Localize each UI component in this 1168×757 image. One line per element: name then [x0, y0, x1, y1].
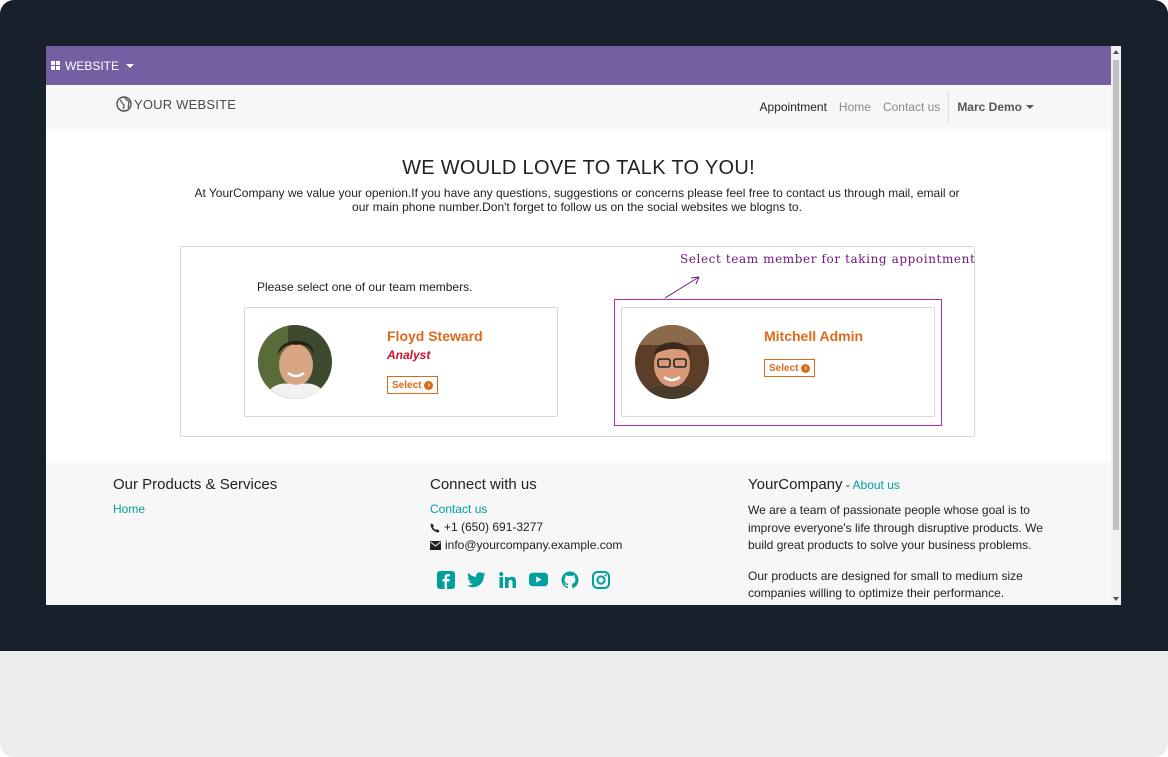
user-menu[interactable]: Marc Demo [955, 100, 1036, 114]
select-button-label: Select [392, 379, 422, 391]
browser-screen: WEBSITE YOUR WEBSITE Appointment Home Co… [46, 46, 1121, 605]
footer-link-about-us[interactable]: About us [853, 478, 900, 492]
website-topbar: WEBSITE [46, 46, 1111, 85]
scrollbar-thumb[interactable] [1113, 60, 1119, 530]
footer-heading: Connect with us [430, 476, 537, 493]
footer-email-row: info@yourcompany.example.com [430, 538, 622, 553]
arrow-circle-right-icon: › [801, 363, 811, 373]
nav-appointment[interactable]: Appointment [754, 100, 833, 114]
footer-company-heading: YourCompany - About us [748, 476, 1048, 493]
site-navbar: YOUR WEBSITE Appointment Home Contact us… [46, 85, 1111, 129]
select-member-button[interactable]: Select › [764, 359, 816, 377]
caret-down-icon [1026, 105, 1034, 109]
footer-contact-row: Contact us [430, 502, 622, 517]
website-menu-label: WEBSITE [65, 58, 120, 73]
team-member-card: Mitchell Admin Select › [621, 307, 935, 417]
instagram-icon[interactable] [591, 570, 610, 589]
vertical-scrollbar[interactable] [1111, 46, 1121, 605]
facebook-icon[interactable] [436, 570, 455, 589]
avatar [258, 325, 332, 399]
arrow-circle-right-icon: › [424, 380, 434, 390]
select-button-label: Select [769, 362, 799, 374]
intro-text: At YourCompany we value your openion.If … [194, 186, 960, 214]
youtube-icon[interactable] [529, 570, 548, 589]
nav-contact-us[interactable]: Contact us [877, 100, 946, 114]
footer-connect-column: Connect with us Contact us +1 (650) 691-… [430, 476, 622, 553]
about-paragraph: We are a team of passionate people whose… [748, 503, 1043, 552]
twitter-icon[interactable] [467, 570, 486, 589]
team-selection-panel: Please select one of our team members. S… [180, 246, 975, 437]
footer-heading: Our Products & Services [113, 476, 278, 493]
footer-link-home[interactable]: Home [113, 502, 145, 516]
company-name: YourCompany [748, 476, 843, 493]
footer-phone: +1 (650) 691-3277 [444, 520, 544, 534]
site-logo[interactable]: YOUR WEBSITE [116, 96, 236, 112]
site-footer: Our Products & Services Home Connect wit… [46, 463, 1111, 605]
avatar [635, 325, 709, 399]
envelope-icon [430, 541, 441, 550]
heading-separator: - [842, 478, 853, 492]
select-member-button[interactable]: Select › [387, 376, 439, 394]
annotation-arrow-icon [664, 276, 700, 299]
nav-menu: Appointment Home Contact us Marc Demo [754, 85, 1036, 129]
nav-divider [948, 91, 950, 123]
logo-text: YOUR WEBSITE [134, 96, 237, 112]
footer-link-contact-us[interactable]: Contact us [430, 502, 487, 517]
scroll-up-icon[interactable] [1113, 50, 1119, 54]
phone-icon [430, 523, 440, 532]
team-prompt: Please select one of our team members. [257, 280, 473, 294]
scroll-down-icon[interactable] [1113, 597, 1119, 601]
member-name: Mitchell Admin [764, 328, 864, 344]
footer-company-column: YourCompany - About us We are a team of … [748, 476, 1048, 603]
member-role: Analyst [387, 348, 431, 362]
apps-grid-icon [51, 61, 60, 70]
team-member-card: Floyd Steward Analyst Select › [244, 307, 558, 417]
annotation-label: Select team member for taking appointmen… [680, 252, 976, 266]
footer-phone-row: +1 (650) 691-3277 [430, 520, 622, 535]
nav-home[interactable]: Home [833, 100, 877, 114]
caret-down-icon [126, 63, 135, 68]
page-title: WE WOULD LOVE TO TALK TO YOU! [402, 157, 755, 179]
social-links [436, 570, 610, 589]
footer-email: info@yourcompany.example.com [445, 538, 623, 552]
linkedin-icon[interactable] [498, 570, 517, 589]
website-menu-button[interactable]: WEBSITE [51, 58, 135, 73]
globe-icon [116, 96, 132, 112]
user-name: Marc Demo [957, 100, 1022, 114]
monitor-stand [0, 651, 1168, 757]
github-icon[interactable] [560, 570, 579, 589]
member-name: Floyd Steward [387, 328, 483, 344]
footer-products-column: Our Products & Services Home [113, 476, 277, 516]
about-paragraph: Our products are designed for small to m… [748, 568, 1023, 601]
